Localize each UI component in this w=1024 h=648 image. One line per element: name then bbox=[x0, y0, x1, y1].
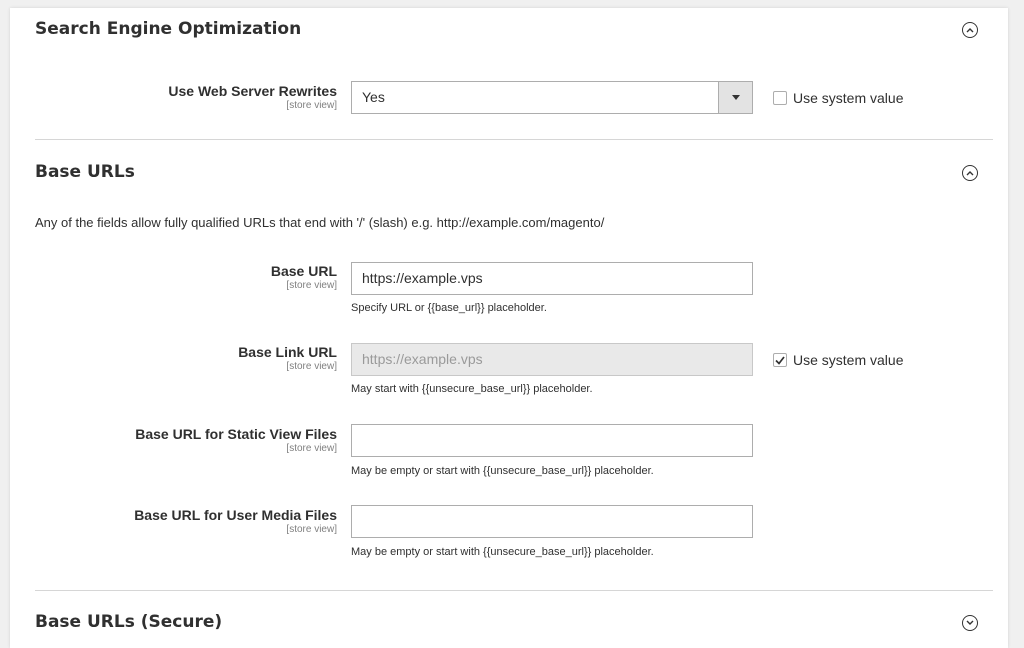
collapse-icon[interactable] bbox=[962, 22, 978, 38]
checkmark-icon bbox=[775, 355, 785, 365]
field-scope-base-static-url: [store view] bbox=[286, 443, 337, 454]
base-media-url-note: May be empty or start with {{unsecure_ba… bbox=[351, 546, 654, 558]
collapse-icon[interactable] bbox=[962, 165, 978, 181]
base-link-url-note: May start with {{unsecure_base_url}} pla… bbox=[351, 383, 593, 395]
field-label-base-link-url: Base Link URL bbox=[238, 344, 337, 360]
base-link-url-input: https://example.vps bbox=[351, 343, 753, 376]
section-title-base-urls[interactable]: Base URLs bbox=[35, 162, 135, 182]
section-title-base-urls-secure[interactable]: Base URLs (Secure) bbox=[35, 612, 222, 632]
base-url-note: Specify URL or {{base_url}} placeholder. bbox=[351, 302, 547, 314]
base-urls-intro-text: Any of the fields allow fully qualified … bbox=[35, 215, 605, 230]
field-scope-base-link-url: [store view] bbox=[286, 361, 337, 372]
section-title-seo[interactable]: Search Engine Optimization bbox=[35, 19, 301, 39]
base-url-input[interactable]: https://example.vps bbox=[351, 262, 753, 295]
dropdown-arrow-icon[interactable] bbox=[718, 82, 752, 113]
base-static-url-input[interactable] bbox=[351, 424, 753, 457]
use-system-value-label: Use system value bbox=[793, 90, 904, 106]
web-server-rewrites-value: Yes bbox=[362, 89, 385, 105]
section-divider bbox=[35, 590, 993, 591]
expand-icon[interactable] bbox=[962, 615, 978, 631]
web-server-rewrites-select[interactable]: Yes bbox=[351, 81, 753, 114]
use-system-value-label: Use system value bbox=[793, 352, 904, 368]
field-scope-base-url: [store view] bbox=[286, 280, 337, 291]
checkbox-checked[interactable] bbox=[773, 353, 787, 367]
use-system-value-base-link-url[interactable]: Use system value bbox=[773, 352, 903, 368]
field-scope-web-server-rewrites: [store view] bbox=[286, 100, 337, 111]
field-label-web-server-rewrites: Use Web Server Rewrites bbox=[168, 83, 337, 99]
field-label-base-media-url: Base URL for User Media Files bbox=[134, 507, 337, 523]
checkbox-unchecked[interactable] bbox=[773, 91, 787, 105]
field-label-base-url: Base URL bbox=[270, 263, 337, 279]
config-panel: Search Engine Optimization Use Web Serve… bbox=[10, 8, 1008, 648]
section-divider bbox=[35, 139, 993, 140]
use-system-value-rewrites[interactable]: Use system value bbox=[773, 90, 903, 106]
base-static-url-note: May be empty or start with {{unsecure_ba… bbox=[351, 465, 654, 477]
field-label-base-static-url: Base URL for Static View Files bbox=[135, 426, 337, 442]
field-scope-base-media-url: [store view] bbox=[286, 524, 337, 535]
base-media-url-input[interactable] bbox=[351, 505, 753, 538]
